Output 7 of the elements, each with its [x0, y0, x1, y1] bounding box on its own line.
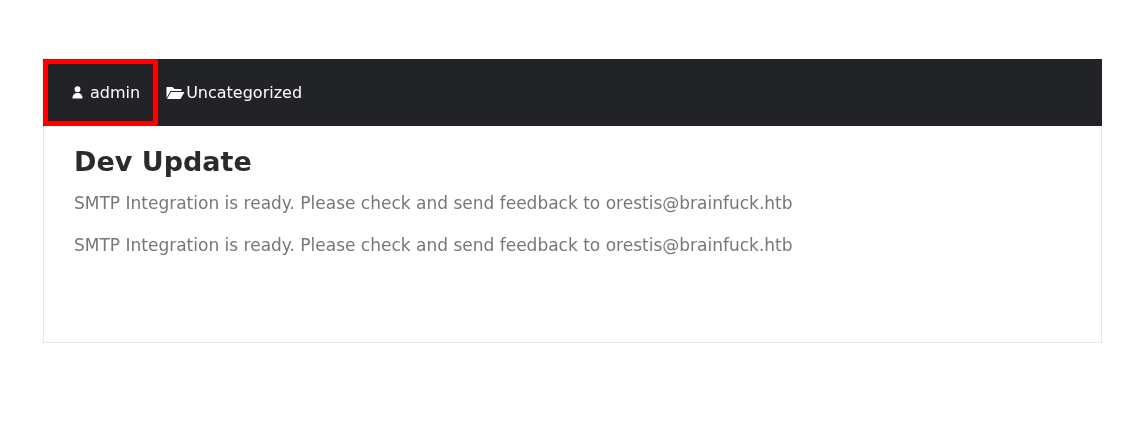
category-link[interactable]: Uncategorized: [158, 59, 311, 126]
post-paragraph: SMTP Integration is ready. Please check and send feedback to orestis@brainfuck.htb: [74, 235, 794, 255]
user-icon: [72, 86, 83, 99]
post-title: Dev Update: [74, 146, 253, 177]
post-paragraph: SMTP Integration is ready. Please check and send feedback to orestis@brainfuck.htb: [74, 193, 794, 213]
folder-icon: [166, 86, 186, 99]
author-link[interactable]: admin: [43, 59, 159, 126]
